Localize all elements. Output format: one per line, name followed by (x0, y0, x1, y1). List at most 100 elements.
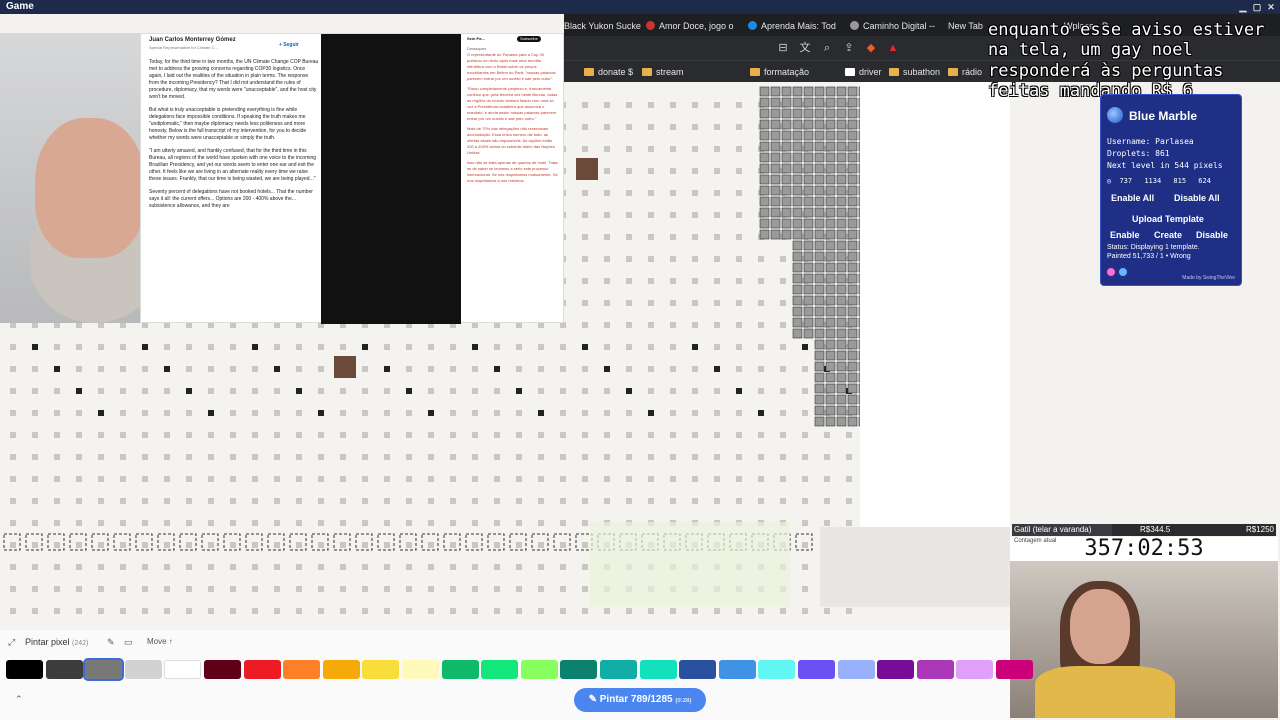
enable-button[interactable]: Enable (1110, 229, 1140, 241)
move-button[interactable]: Move ↑ (147, 637, 173, 646)
disable-all-button[interactable]: Disable All (1174, 192, 1220, 204)
color-swatch[interactable] (164, 660, 202, 679)
coords-row: ◎ 737 1134 815 624 (1107, 177, 1211, 185)
pin-icon[interactable]: ◎ (1107, 177, 1111, 185)
coord-pixel-y[interactable]: 624 (1198, 177, 1211, 185)
enable-all-button[interactable]: Enable All (1111, 192, 1154, 204)
color-swatch[interactable] (877, 660, 915, 679)
goal-value: R$344.5 (1140, 525, 1171, 534)
window-titlebar: Game ▁ ▢ ✕ (0, 0, 1280, 14)
goal-bar: Gatil (telar a varanda) R$344.5 R$1250 (1012, 524, 1276, 536)
maximize-icon[interactable]: ▢ (1250, 0, 1264, 14)
erase-icon[interactable]: ▭ (124, 637, 133, 648)
bookmark-radio[interactable]: rádio (948, 65, 982, 79)
color-swatch[interactable] (916, 660, 954, 679)
brave-shield-icon[interactable]: ◆ (864, 41, 878, 55)
post-paragraph: Seventy percent of delegations have not … (149, 189, 313, 209)
color-swatch[interactable] (956, 660, 994, 679)
coord-tile-x[interactable]: 737 (1119, 177, 1132, 185)
rewards-icon[interactable]: ▲ (886, 41, 900, 55)
expand-icon[interactable]: ⤢ (8, 637, 15, 648)
color-swatch[interactable] (441, 660, 479, 679)
color-swatch[interactable] (679, 660, 717, 679)
paint-cooldown: (0:28) (675, 698, 692, 704)
news-paragraph: Isso não se trata apenas de quartos de h… (467, 160, 559, 183)
follow-button[interactable]: + Seguir (279, 42, 299, 49)
tab-amor-doce[interactable]: Amor Doce, jogo o (646, 17, 756, 35)
color-swatch[interactable] (837, 660, 875, 679)
webcam-face (35, 118, 145, 258)
post-paragraph: "I am utterly amazed, and frankly confus… (149, 148, 317, 182)
bookmark-formatacao[interactable]: formatação (750, 65, 809, 79)
panel-credit: Made by SwingTheVine (1182, 275, 1235, 281)
color-swatch[interactable] (560, 660, 598, 679)
collapse-icon[interactable]: ⌃ (15, 694, 23, 705)
next-level-text: Next level in 544 pixels (1107, 161, 1223, 170)
color-swatch[interactable] (600, 660, 637, 679)
droplets-text: Droplets: 861 (1107, 149, 1170, 158)
coord-tile-y[interactable]: 1134 (1144, 177, 1161, 185)
color-swatch[interactable] (481, 660, 519, 679)
stream-overlay-text: enquanto esse aviso estiver na tela, um … (988, 20, 1265, 102)
minimize-icon[interactable]: ▁ (1236, 0, 1250, 14)
tab-caminho-digital[interactable]: Caminho Digital -- (850, 17, 950, 35)
paint-brush-icon: ✎ (588, 694, 597, 705)
bookmark-stream[interactable]: stream (642, 65, 684, 79)
install-app-icon[interactable]: ⊟ (776, 41, 790, 55)
color-swatch[interactable] (322, 660, 360, 679)
color-swatch[interactable] (283, 660, 321, 679)
tab-aprenda-mais[interactable]: Aprenda Mais: Tod (748, 17, 848, 35)
webcam-face (1070, 589, 1130, 664)
color-swatch[interactable] (798, 660, 835, 679)
color-swatch[interactable] (243, 660, 281, 679)
news-paragraph: O representante do Panamá para a Cop 30 … (467, 52, 556, 81)
color-swatch[interactable] (45, 660, 83, 679)
color-swatch[interactable] (83, 658, 125, 681)
coord-pixel-x[interactable]: 815 (1173, 177, 1186, 185)
color-swatch[interactable] (362, 660, 400, 679)
folder-icon (584, 68, 594, 76)
timer-value: 357:02:53 (1084, 536, 1204, 561)
post-paragraph: But what is truly unacceptable is preten… (149, 107, 307, 141)
news-paragraph: Mais de 70% das delegações não reservara… (467, 126, 555, 155)
color-swatch[interactable] (520, 660, 558, 679)
color-swatch[interactable] (758, 660, 796, 679)
info-icon[interactable] (1119, 268, 1128, 276)
tab-favicon-icon (646, 21, 655, 30)
color-swatch[interactable] (639, 660, 677, 679)
color-swatch[interactable] (204, 660, 241, 679)
paint-button-label: Pintar 789/1285 (599, 694, 673, 705)
create-button[interactable]: Create (1154, 229, 1182, 241)
linkedin-post: Juan Carlos Monterrey Gómez Special Repr… (149, 34, 319, 210)
tab-black-yukon[interactable]: Black Yukon Sucke (564, 17, 644, 35)
disable-button[interactable]: Disable (1196, 229, 1228, 241)
timer-label: Contagem atual (1014, 538, 1057, 544)
settings-icon[interactable] (1107, 268, 1115, 276)
color-swatch[interactable] (402, 660, 439, 679)
color-swatch[interactable] (996, 660, 1033, 679)
bookmark-subathon[interactable]: subathon (889, 65, 940, 79)
globe-icon (1107, 107, 1123, 123)
color-swatch[interactable] (718, 660, 756, 679)
guest-webcam (1010, 561, 1278, 718)
close-icon[interactable]: ✕ (1264, 0, 1278, 14)
zoom-icon[interactable]: ⌕ (820, 41, 834, 55)
paint-toolbar: ⤢ Pintar pixel (242) ✎ ▭ Move ↑ ⌃ (0, 630, 1033, 720)
subscribe-button[interactable]: Subscribe (517, 36, 541, 42)
color-swatch[interactable] (6, 660, 43, 679)
page-icon (845, 68, 855, 76)
news-header: Sem Pa... (467, 36, 485, 41)
article-screenshot: Juan Carlos Monterrey Gómez Special Repr… (140, 33, 564, 324)
pencil-icon[interactable]: ✎ (107, 637, 115, 648)
upload-template-button[interactable]: Upload Template (1132, 213, 1204, 225)
share-icon[interactable]: ⇪ (842, 41, 856, 55)
bookmark-donate[interactable]: donate $ (584, 65, 633, 79)
folder-icon (948, 68, 958, 76)
bookmark-driver[interactable]: driver (845, 65, 882, 79)
paint-button[interactable]: ✎ Pintar 789/1285 (0:28) (574, 688, 706, 712)
window-title: Game (6, 1, 34, 12)
username-text: Username: Parlasea (1107, 137, 1194, 146)
news-post: Sem Pa... Subscribe Destaques O represen… (467, 34, 559, 184)
color-swatch[interactable] (124, 660, 162, 679)
translate-icon[interactable]: 文 (798, 41, 812, 55)
